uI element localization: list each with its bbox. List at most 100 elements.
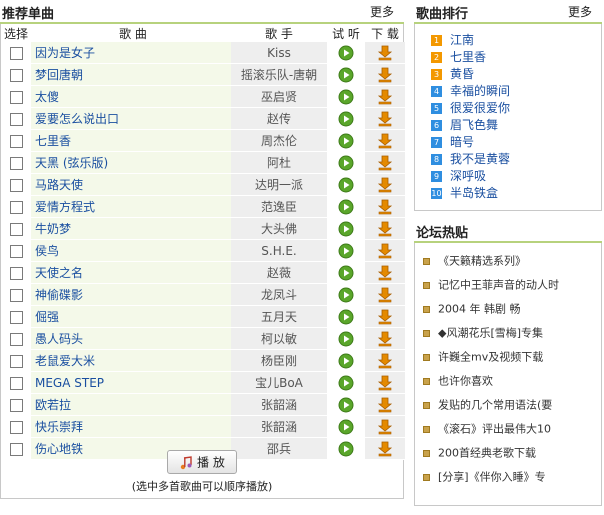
song-name-link[interactable]: 因为是女子 — [35, 46, 95, 60]
song-name-link[interactable]: 太傻 — [35, 90, 59, 104]
download-arrow-icon[interactable] — [377, 353, 393, 369]
download-arrow-icon[interactable] — [377, 331, 393, 347]
play-circle-icon[interactable] — [338, 89, 354, 105]
play-circle-icon[interactable] — [338, 45, 354, 61]
play-circle-icon[interactable] — [338, 331, 354, 347]
forum-post-link[interactable]: ◆风潮花乐[雪梅]专集 — [438, 327, 543, 340]
download-arrow-icon[interactable] — [377, 397, 393, 413]
song-name-cell: 欧若拉 — [31, 393, 231, 416]
song-name-link[interactable]: 倔强 — [35, 310, 59, 324]
ranking-song-link[interactable]: 幸福的瞬间 — [450, 84, 510, 98]
ranking-song-link[interactable]: 眉飞色舞 — [450, 118, 498, 132]
forum-post-link[interactable]: 2004 年 韩剧 畅 — [438, 303, 520, 316]
song-name-link[interactable]: 欧若拉 — [35, 398, 71, 412]
ranking-song-link[interactable]: 七里香 — [450, 50, 486, 64]
download-cell — [365, 393, 405, 416]
forum-post-link[interactable]: 《天籁精选系列》 — [438, 255, 526, 268]
song-select-cell — [1, 305, 31, 328]
forum-post-link[interactable]: 200首经典老歌下载 — [438, 447, 536, 460]
song-name-link[interactable]: 天使之名 — [35, 266, 83, 280]
song-checkbox[interactable] — [9, 420, 23, 434]
ranking-song-link[interactable]: 黄昏 — [450, 67, 474, 81]
download-arrow-icon[interactable] — [377, 89, 393, 105]
song-checkbox[interactable] — [9, 134, 23, 148]
download-arrow-icon[interactable] — [377, 45, 393, 61]
ranking-song-link[interactable]: 暗号 — [450, 135, 474, 149]
download-arrow-icon[interactable] — [377, 111, 393, 127]
play-circle-icon[interactable] — [338, 353, 354, 369]
song-checkbox[interactable] — [9, 200, 23, 214]
song-name-link[interactable]: 爱情方程式 — [35, 200, 95, 214]
play-circle-icon[interactable] — [338, 67, 354, 83]
play-circle-icon[interactable] — [338, 375, 354, 391]
forum-post-link[interactable]: 也许你喜欢 — [438, 375, 493, 388]
song-name-link[interactable]: 神偷碟影 — [35, 288, 83, 302]
song-checkbox[interactable] — [9, 68, 23, 82]
song-name-link[interactable]: MEGA STEP — [35, 376, 104, 390]
play-circle-icon[interactable] — [338, 199, 354, 215]
forum-post-link[interactable]: [分享]《伴你入睡》专 — [438, 471, 546, 484]
forum-post-link[interactable]: 发贴的几个常用语法(要 — [438, 399, 552, 412]
download-arrow-icon[interactable] — [377, 67, 393, 83]
play-circle-icon[interactable] — [338, 397, 354, 413]
download-arrow-icon[interactable] — [377, 221, 393, 237]
ranking-song-link[interactable]: 我不是黄蓉 — [450, 152, 510, 166]
song-checkbox[interactable] — [9, 266, 23, 280]
play-circle-icon[interactable] — [338, 221, 354, 237]
download-arrow-icon[interactable] — [377, 375, 393, 391]
recommended-songs-more-link[interactable]: 更多 — [370, 3, 394, 20]
download-arrow-icon[interactable] — [377, 309, 393, 325]
play-circle-icon[interactable] — [338, 177, 354, 193]
play-circle-icon[interactable] — [338, 419, 354, 435]
song-checkbox[interactable] — [9, 354, 23, 368]
song-name-link[interactable]: 爱要怎么说出口 — [35, 112, 119, 126]
song-name-link[interactable]: 快乐崇拜 — [35, 420, 83, 434]
play-circle-icon[interactable] — [338, 133, 354, 149]
song-name-link[interactable]: 七里香 — [35, 134, 71, 148]
play-circle-icon[interactable] — [338, 287, 354, 303]
download-arrow-icon[interactable] — [377, 419, 393, 435]
play-circle-icon[interactable] — [338, 243, 354, 259]
song-name-link[interactable]: 侯鸟 — [35, 244, 59, 258]
song-checkbox[interactable] — [9, 90, 23, 104]
song-name-link[interactable]: 马路天使 — [35, 178, 83, 192]
song-name-link[interactable]: 老鼠爱大米 — [35, 354, 95, 368]
download-arrow-icon[interactable] — [377, 155, 393, 171]
song-name-link[interactable]: 牛奶梦 — [35, 222, 71, 236]
song-checkbox[interactable] — [9, 112, 23, 126]
forum-post-link[interactable]: 《滚石》评出最伟大10 — [438, 423, 551, 436]
song-name-link[interactable]: 愚人码头 — [35, 332, 83, 346]
song-name-link[interactable]: 天黑 (弦乐版) — [35, 156, 108, 170]
song-checkbox[interactable] — [9, 244, 23, 258]
forum-post-link[interactable]: 许巍全mv及视频下载 — [438, 351, 543, 364]
play-button[interactable]: 播 放 — [167, 450, 237, 474]
song-name-link[interactable]: 梦回唐朝 — [35, 68, 83, 82]
play-circle-icon[interactable] — [338, 265, 354, 281]
song-checkbox[interactable] — [9, 288, 23, 302]
song-checkbox[interactable] — [9, 46, 23, 60]
download-arrow-icon[interactable] — [377, 199, 393, 215]
song-checkbox[interactable] — [9, 222, 23, 236]
song-select-cell — [1, 393, 31, 416]
play-circle-icon[interactable] — [338, 155, 354, 171]
download-arrow-icon[interactable] — [377, 265, 393, 281]
forum-post-link[interactable]: 记忆中王菲声音的动人时 — [438, 279, 559, 292]
song-checkbox[interactable] — [9, 310, 23, 324]
play-circle-icon[interactable] — [338, 309, 354, 325]
ranking-song-link[interactable]: 很爱很爱你 — [450, 101, 510, 115]
song-checkbox[interactable] — [9, 156, 23, 170]
song-checkbox[interactable] — [9, 376, 23, 390]
song-checkbox[interactable] — [9, 398, 23, 412]
download-arrow-icon[interactable] — [377, 243, 393, 259]
ranking-song-link[interactable]: 半岛铁盒 — [450, 186, 498, 200]
play-circle-icon[interactable] — [338, 111, 354, 127]
ranking-song-link[interactable]: 江南 — [450, 33, 474, 47]
song-ranking-more-link[interactable]: 更多 — [568, 3, 592, 20]
download-arrow-icon[interactable] — [377, 133, 393, 149]
download-arrow-icon[interactable] — [377, 177, 393, 193]
song-checkbox[interactable] — [9, 332, 23, 346]
song-checkbox[interactable] — [9, 178, 23, 192]
singer-cell: S.H.E. — [231, 239, 327, 262]
ranking-song-link[interactable]: 深呼吸 — [450, 169, 486, 183]
download-arrow-icon[interactable] — [377, 287, 393, 303]
